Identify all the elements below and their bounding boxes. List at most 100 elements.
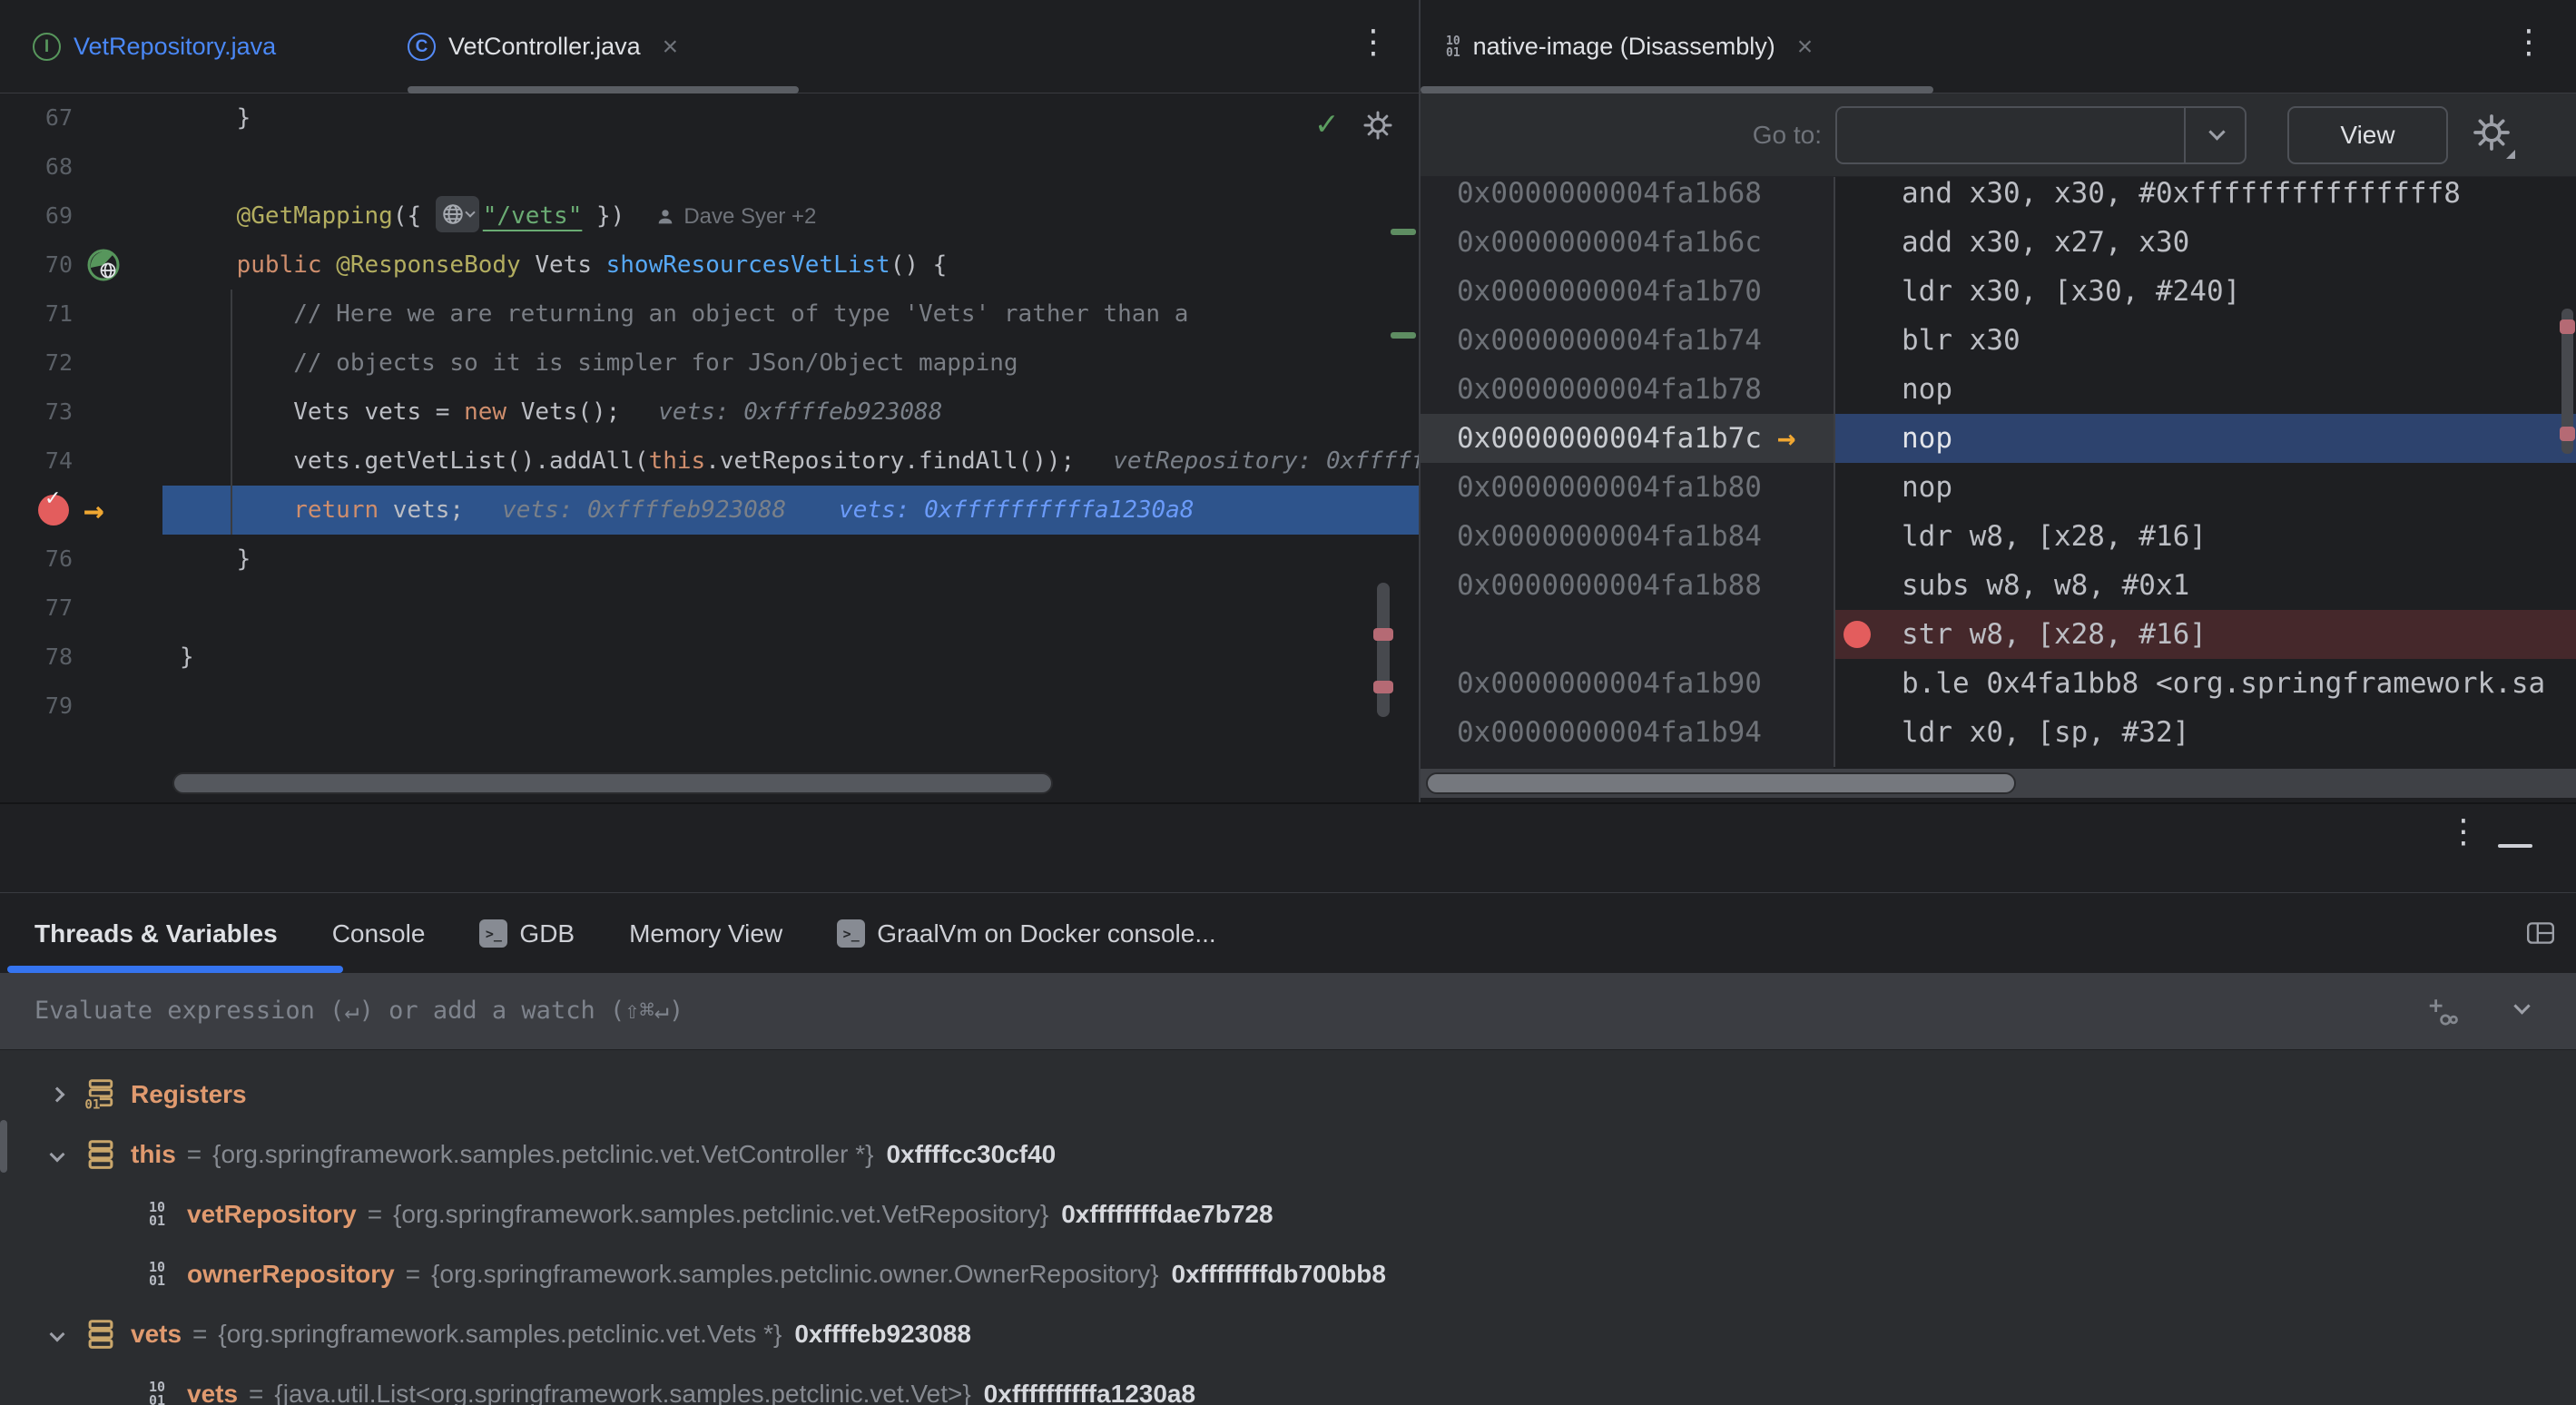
spring-endpoint-icon[interactable] — [85, 247, 122, 288]
code-segment-plain: }) — [582, 202, 624, 230]
code-line-78[interactable]: 78} — [0, 633, 1419, 682]
pane-splitter[interactable] — [1419, 0, 1421, 802]
evaluate-expression-bar[interactable]: Evaluate expression (↵) or add a watch (… — [0, 973, 2576, 1049]
chevron-down-icon[interactable] — [2513, 997, 2530, 1014]
disassembly-row[interactable]: 0x0000000004fa1b6cadd x30, x27, x30 — [1419, 218, 2576, 267]
tab-VetController.java[interactable]: CVetController.java× — [408, 0, 678, 93]
goto-address-combobox[interactable] — [1835, 106, 2247, 164]
add-watch-icon[interactable] — [2425, 995, 2458, 1032]
disassembly-row[interactable]: 0x0000000004fa1b84ldr w8, [x28, #16] — [1419, 512, 2576, 561]
code-line-70[interactable]: 70 public @ResponseBody Vets showResourc… — [0, 241, 1419, 290]
equals-sign: = — [192, 1320, 207, 1349]
code-line-77[interactable]: 77 — [0, 584, 1419, 633]
code-segment-str: "/vets" — [483, 202, 583, 230]
code-line-71[interactable]: 71 // Here we are returning an object of… — [0, 290, 1419, 339]
code-author-annotation[interactable]: Dave Syer +2 — [655, 192, 816, 241]
code-line-68[interactable]: 68 — [0, 142, 1419, 192]
inspections-ok-icon[interactable]: ✓ — [1314, 106, 1340, 142]
tab-label: Memory View — [629, 919, 782, 948]
instruction-text: subs w8, w8, #0x1 — [1902, 561, 2189, 610]
terminal-icon: >_ — [837, 919, 865, 948]
code-line-74[interactable]: 74 vets.getVetList().addAll(this.vetRepo… — [0, 437, 1419, 486]
disassembly-row[interactable]: 0x0000000004fa1b74blr x30 — [1419, 316, 2576, 365]
variable-address: 0xffffffffdb700bb8 — [1172, 1260, 1386, 1289]
code-line-67[interactable]: 67 } — [0, 93, 1419, 142]
code-segment-plain: } — [180, 545, 251, 573]
tree-row-this[interactable]: this={org.springframework.samples.petcli… — [0, 1125, 2576, 1184]
tab-memory-view[interactable]: Memory View — [602, 894, 810, 973]
variable-name: Registers — [131, 1080, 247, 1109]
breakpoint-icon[interactable]: ✓ — [38, 495, 69, 526]
disassembly-row[interactable]: 0x0000000004fa1b94ldr x0, [sp, #32] — [1419, 708, 2576, 757]
disassembly-hscroll-thumb[interactable] — [1426, 772, 2016, 794]
chevron-down-icon[interactable] — [2208, 123, 2225, 140]
disassembly-hscroll-track[interactable] — [1419, 769, 2576, 798]
disassembly-row[interactable]: 0x0000000004fa1b80nop — [1419, 463, 2576, 512]
active-tab-underline — [7, 966, 343, 973]
tab-graalvm-on-docker-console-[interactable]: >_GraalVm on Docker console... — [810, 894, 1244, 973]
variable-address: 0xffffcc30cf40 — [886, 1140, 1056, 1169]
instruction-text: b.le 0x4fa1bb8 <org.springframework.sa — [1902, 659, 2545, 708]
error-stripe-breakpoint-mark[interactable] — [1373, 681, 1393, 693]
error-stripe-execution-mark[interactable] — [1373, 628, 1393, 641]
variable-type: {java.util.List<org.springframework.samp… — [274, 1380, 970, 1405]
editor-horizontal-scrollbar[interactable] — [172, 772, 1053, 794]
tree-row-vetRepository[interactable]: 1001vetRepository={org.springframework.s… — [0, 1184, 2576, 1244]
code-segment-kw: this — [649, 447, 706, 475]
code-segment-plain: vets.getVetList().addAll( — [180, 447, 649, 475]
disassembly-row[interactable]: 0x0000000004fa1b90b.le 0x4fa1bb8 <org.sp… — [1419, 659, 2576, 708]
tab-label: Console — [332, 919, 426, 948]
view-button[interactable]: View — [2287, 106, 2448, 164]
debug-options-kebab-icon[interactable]: ⋮ — [2447, 815, 2480, 848]
breakpoint-icon[interactable] — [1844, 621, 1871, 648]
minimize-icon[interactable] — [2498, 844, 2532, 848]
code-line-76[interactable]: 76 } — [0, 535, 1419, 584]
tree-row-ownerRepository[interactable]: 1001ownerRepository={org.springframework… — [0, 1244, 2576, 1304]
code-line-69[interactable]: 69 @GetMapping({ "/vets" })Dave Syer +2 — [0, 192, 1419, 241]
chevron-right-icon[interactable] — [45, 1089, 69, 1100]
inspections-gear-icon[interactable] — [1362, 109, 1394, 146]
tab-threads-variables[interactable]: Threads & Variables — [7, 894, 305, 973]
tab-label: Threads & Variables — [34, 919, 278, 948]
disassembly-row[interactable]: 0x0000000004fa1b78nop — [1419, 365, 2576, 414]
tab-VetRepository.java[interactable]: IVetRepository.java — [33, 0, 276, 93]
chevron-down-icon[interactable] — [45, 1329, 69, 1340]
code-line-75[interactable]: ✓→ return vets;vets: 0xffffeb923088vets:… — [0, 486, 1419, 535]
instruction-text: ldr x0, [sp, #32] — [1902, 708, 2189, 757]
gear-dropdown-corner — [2506, 150, 2515, 159]
equals-sign: = — [406, 1260, 420, 1289]
variable-name: vets — [131, 1320, 182, 1349]
code-text: vets.getVetList().addAll(this.vetReposit… — [180, 437, 1419, 486]
code-segment-plain: } — [180, 644, 194, 671]
tree-row-vets[interactable]: vets = {org.springframework.samples.petcli… — [0, 1304, 2576, 1364]
disassembly-row[interactable]: str w8, [x28, #16] — [1419, 610, 2576, 659]
tree-row-vets[interactable]: 1001vets={java.util.List<org.springframe… — [0, 1364, 2576, 1405]
line-number: 67 — [0, 93, 73, 142]
code-segment-ann: @GetMapping — [180, 202, 393, 230]
disassembly-row[interactable]: 0x0000000004fa1b70ldr x30, [x30, #240] — [1419, 267, 2576, 316]
code-line-79[interactable]: 79 — [0, 682, 1419, 731]
variable-type: {org.springframework.samples.petclinic.v… — [218, 1320, 782, 1349]
code-text: // objects so it is simpler for JSon/Obj… — [180, 339, 1018, 388]
code-segment-plain — [322, 251, 337, 279]
editor-options-kebab-icon[interactable]: ⋮ — [1357, 25, 1390, 58]
close-icon[interactable]: × — [663, 32, 679, 63]
code-segment-ann: @ResponseBody — [336, 251, 521, 279]
editor-vertical-scrollbar[interactable] — [1377, 583, 1390, 717]
tab-gdb[interactable]: >_GDB — [452, 894, 602, 973]
chevron-down-icon[interactable] — [45, 1149, 69, 1160]
disassembly-row[interactable]: 0x0000000004fa1b88subs w8, w8, #0x1 — [1419, 561, 2576, 610]
layout-settings-icon[interactable] — [2525, 918, 2556, 953]
tab-scroll-indicator[interactable] — [1421, 86, 1933, 93]
ide-window: IVetRepository.javaCVetController.java× … — [0, 0, 2576, 1405]
tree-row-Registers[interactable]: 01Registers — [0, 1065, 2576, 1125]
disassembly-stripe-mark — [2560, 427, 2575, 441]
request-mapping-pill[interactable] — [436, 196, 479, 232]
variable-address: 0xffffeb923088 — [794, 1320, 971, 1349]
code-line-73[interactable]: 73 Vets vets = new Vets();vets: 0xffffeb… — [0, 388, 1419, 437]
code-segment-plain: Vets — [521, 251, 606, 279]
code-line-72[interactable]: 72 // objects so it is simpler for JSon/… — [0, 339, 1419, 388]
code-segment-kw: new — [464, 398, 506, 426]
disassembly-row[interactable]: 0x0000000004fa1b7c→nop — [1419, 414, 2576, 463]
tab-console[interactable]: Console — [305, 894, 453, 973]
